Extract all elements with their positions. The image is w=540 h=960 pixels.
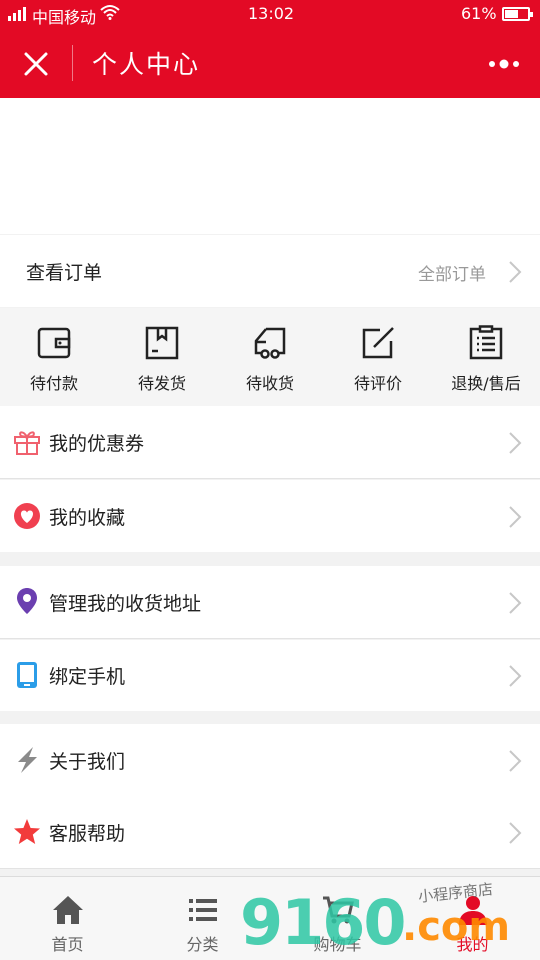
order-status-after-sales[interactable]: 退换/售后 [432, 308, 540, 406]
battery-icon [502, 7, 533, 21]
order-status-label: 待付款 [29, 374, 78, 393]
phone-icon [17, 662, 37, 688]
profile-banner-area [0, 98, 540, 234]
gift-icon [14, 431, 40, 455]
edit-icon [362, 327, 394, 359]
divider [0, 478, 540, 479]
carrier-name: 中国移动 [32, 8, 97, 27]
page-title: 个人中心 [92, 50, 201, 79]
status-time: 13:02 [248, 4, 295, 23]
chevron-right-icon [509, 665, 522, 687]
battery-percent: 61% [461, 4, 497, 23]
menu-item-label: 绑定手机 [49, 666, 126, 688]
tab-home[interactable]: 首页 [0, 877, 135, 960]
menu-item-label: 管理我的收货地址 [49, 593, 202, 615]
status-bar: 中国移动 13:02 61% [0, 0, 540, 30]
menu-item-addresses[interactable]: 管理我的收货地址 [0, 566, 540, 639]
wifi-icon [100, 4, 120, 24]
order-status-pending-payment[interactable]: 待付款 [0, 308, 108, 406]
chevron-right-icon [509, 432, 522, 454]
chevron-right-icon [509, 822, 522, 844]
list-icon [188, 899, 217, 921]
tab-label: 购物车 [313, 935, 362, 954]
menu-item-favorites[interactable]: 我的收藏 [0, 480, 540, 552]
tab-label: 首页 [51, 935, 84, 954]
order-status-bar: 待付款 待发货 待收货 待评价 退换/售后 [0, 308, 540, 406]
user-icon [458, 896, 487, 925]
tab-me[interactable]: 我的 [405, 877, 540, 960]
tab-label: 分类 [186, 935, 219, 954]
all-orders-link[interactable]: 全部订单 [418, 260, 486, 285]
more-dots-icon[interactable] [484, 52, 524, 76]
order-status-label: 退换/售后 [451, 374, 521, 393]
order-status-label: 待评价 [353, 374, 402, 393]
divider [0, 868, 540, 869]
order-status-to-ship[interactable]: 待发货 [108, 308, 216, 406]
tab-label: 我的 [456, 935, 489, 954]
package-icon [145, 326, 179, 360]
menu-item-customer-service[interactable]: 客服帮助 [0, 796, 540, 869]
home-icon [52, 896, 83, 924]
chevron-right-icon [509, 506, 522, 528]
menu-item-coupons[interactable]: 我的优惠券 [0, 406, 540, 479]
signal-icon [8, 5, 26, 21]
chevron-right-icon [509, 592, 522, 614]
title-bar: 个人中心 [0, 30, 540, 98]
close-icon[interactable] [18, 46, 54, 82]
title-divider [72, 45, 73, 81]
chevron-right-icon [509, 750, 522, 772]
order-status-label: 待发货 [137, 374, 186, 393]
view-orders-label: 查看订单 [26, 262, 103, 284]
menu-item-bind-phone[interactable]: 绑定手机 [0, 640, 540, 711]
order-status-label: 待收货 [245, 374, 294, 393]
view-orders-row[interactable]: 查看订单 全部订单 [0, 235, 540, 307]
menu-item-label: 我的优惠券 [49, 433, 145, 455]
divider [0, 638, 540, 639]
order-status-to-receive[interactable]: 待收货 [216, 308, 324, 406]
bottom-tab-bar: 首页 分类 购物车 我的 [0, 876, 540, 960]
clipboard-icon [469, 325, 503, 360]
tab-cart[interactable]: 购物车 [270, 877, 405, 960]
cart-icon [322, 896, 354, 924]
tab-category[interactable]: 分类 [135, 877, 270, 960]
order-status-to-review[interactable]: 待评价 [324, 308, 432, 406]
lightning-icon [18, 747, 37, 773]
menu-item-label: 客服帮助 [49, 823, 126, 845]
menu-item-label: 关于我们 [49, 751, 126, 773]
wallet-icon [37, 327, 71, 359]
chevron-right-icon [509, 261, 522, 283]
heart-icon [14, 503, 40, 529]
menu-item-about-us[interactable]: 关于我们 [0, 724, 540, 796]
menu-item-label: 我的收藏 [49, 507, 126, 529]
truck-icon [254, 327, 286, 359]
top-bar: 中国移动 13:02 61% 个人中心 [0, 0, 540, 98]
star-icon [14, 819, 40, 844]
location-pin-icon [17, 588, 37, 614]
